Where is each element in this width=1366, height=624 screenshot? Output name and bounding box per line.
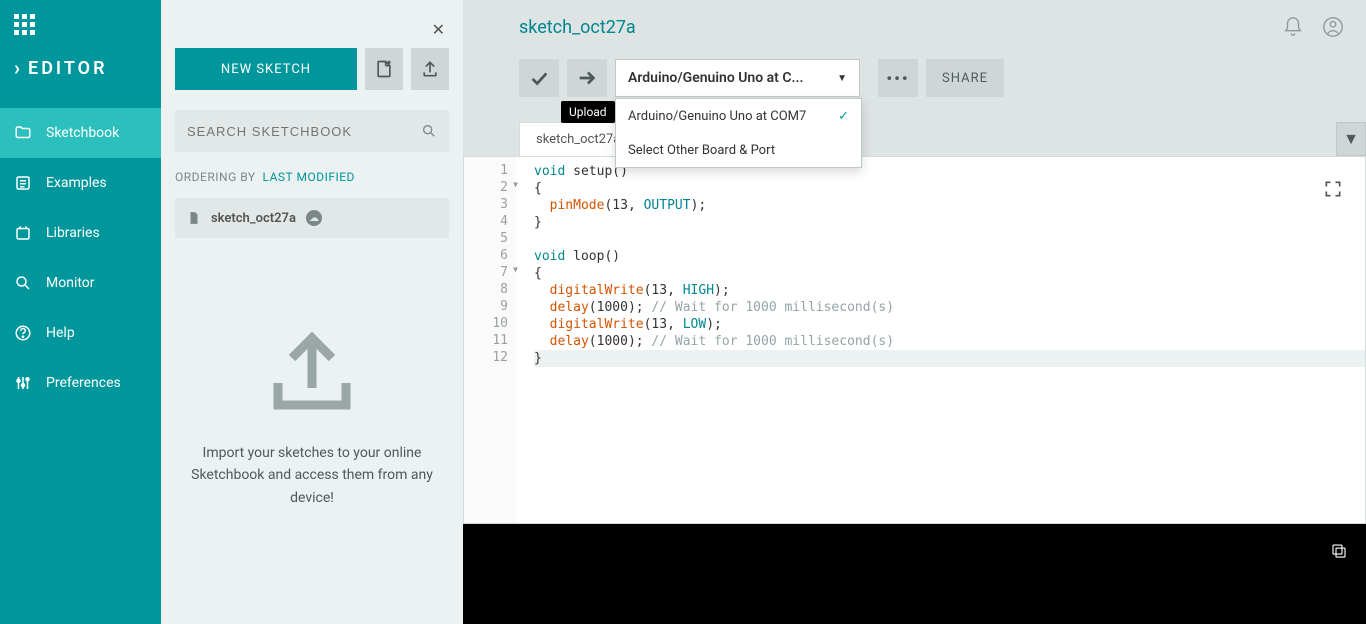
sidebar-item-label: Examples — [46, 175, 107, 191]
bell-icon[interactable] — [1282, 16, 1304, 38]
code-editor[interactable]: 1 2 3 4 5 6 7 8 9 10 11 12 void setup() … — [463, 156, 1366, 524]
board-option[interactable]: Arduino/Genuino Uno at COM7 ✓ — [616, 99, 861, 133]
sidebar-item-monitor[interactable]: Monitor — [0, 258, 161, 308]
more-label: ••• — [886, 69, 909, 88]
sketchbook-panel: ✕ NEW SKETCH ORDERING BY LAST MODIFIED s… — [161, 0, 463, 624]
board-option-label: Arduino/Genuino Uno at COM7 — [628, 109, 806, 124]
check-icon — [528, 67, 550, 89]
cloud-icon: ☁ — [306, 210, 322, 226]
sketch-title: sketch_oct27a — [485, 17, 1282, 38]
upload-button[interactable] — [411, 48, 449, 90]
sidebar-item-label: Help — [46, 325, 75, 341]
left-nav: › EDITOR Sketchbook Examples Libraries — [0, 0, 161, 624]
tab-dropdown-button[interactable]: ▼ — [1336, 122, 1366, 156]
editor-title: › EDITOR — [0, 48, 161, 88]
sidebar-item-libraries[interactable]: Libraries — [0, 208, 161, 258]
apps-icon — [14, 14, 35, 35]
import-icon[interactable] — [262, 328, 362, 418]
new-sketch-button[interactable]: NEW SKETCH — [175, 48, 357, 90]
chevron-down-icon: ▼ — [1343, 129, 1359, 149]
ordering-value: LAST MODIFIED — [263, 170, 355, 184]
fullscreen-button[interactable] — [1323, 179, 1343, 199]
new-sketch-label: NEW SKETCH — [221, 62, 311, 77]
main-area: sketch_oct27a Arduino/Genuino Uno at C..… — [463, 0, 1366, 624]
sidebar-item-examples[interactable]: Examples — [0, 158, 161, 208]
editor-title-label: EDITOR — [28, 58, 107, 79]
board-dropdown: Arduino/Genuino Uno at COM7 ✓ Select Oth… — [615, 98, 862, 168]
file-icon — [187, 211, 201, 225]
sidebar-item-label: Libraries — [46, 225, 100, 241]
chevron-down-icon: ▼ — [837, 73, 847, 84]
sidebar-item-label: Sketchbook — [46, 125, 119, 141]
tabs-row: sketch_oct27a ▼ — [463, 120, 1366, 156]
verify-button[interactable] — [519, 59, 559, 97]
user-icon[interactable] — [1322, 16, 1344, 38]
sidebar-item-help[interactable]: Help — [0, 308, 161, 358]
arrow-right-icon — [576, 67, 598, 89]
sidebar-item-preferences[interactable]: Preferences — [0, 358, 161, 408]
sliders-icon — [12, 372, 34, 394]
code-area[interactable]: void setup() { pinMode(13, OUTPUT); } vo… — [516, 157, 1365, 523]
upload-icon — [420, 59, 440, 79]
help-icon — [12, 322, 34, 344]
copy-output-button[interactable] — [1330, 542, 1348, 560]
sidebar-item-label: Preferences — [46, 375, 121, 391]
ordering-row[interactable]: ORDERING BY LAST MODIFIED — [175, 170, 449, 184]
gutter: 1 2 3 4 5 6 7 8 9 10 11 12 — [464, 157, 516, 523]
new-file-icon — [374, 59, 394, 79]
upload-sketch-button[interactable] — [567, 59, 607, 97]
close-icon[interactable]: ✕ — [432, 20, 445, 39]
check-icon: ✓ — [838, 109, 849, 124]
sketch-item[interactable]: sketch_oct27a ☁ — [175, 198, 449, 238]
ordering-label: ORDERING BY — [175, 170, 256, 184]
topbar: sketch_oct27a — [463, 0, 1366, 54]
sketch-item-name: sketch_oct27a — [211, 211, 296, 226]
search-input[interactable] — [187, 124, 421, 139]
list-icon — [12, 172, 34, 194]
console — [463, 524, 1366, 624]
more-button[interactable]: ••• — [878, 59, 918, 97]
chevron-right-icon: › — [14, 56, 20, 80]
import-message: Import your sketches to your online Sket… — [161, 442, 463, 509]
board-selected-label: Arduino/Genuino Uno at C... — [628, 70, 803, 86]
board-option-other[interactable]: Select Other Board & Port — [616, 133, 861, 167]
sidebar-item-label: Monitor — [46, 275, 95, 291]
copy-icon — [1330, 542, 1348, 560]
sidebar-item-sketchbook[interactable]: Sketchbook — [0, 108, 161, 158]
search-icon — [421, 123, 437, 139]
upload-tooltip: Upload — [561, 101, 615, 123]
board-option-label: Select Other Board & Port — [628, 143, 775, 158]
share-label: SHARE — [942, 71, 988, 86]
board-selector[interactable]: Arduino/Genuino Uno at C... ▼ Arduino/Ge… — [615, 59, 860, 97]
search-sketchbook[interactable] — [175, 110, 449, 152]
folder-icon — [12, 122, 34, 144]
new-file-button[interactable] — [365, 48, 403, 90]
calendar-icon — [12, 222, 34, 244]
fullscreen-icon — [1323, 179, 1343, 199]
toolbar: Arduino/Genuino Uno at C... ▼ Arduino/Ge… — [463, 54, 1366, 102]
search-icon — [12, 272, 34, 294]
tab-label: sketch_oct27a — [536, 132, 620, 147]
apps-button[interactable] — [0, 0, 161, 48]
share-button[interactable]: SHARE — [926, 59, 1004, 97]
